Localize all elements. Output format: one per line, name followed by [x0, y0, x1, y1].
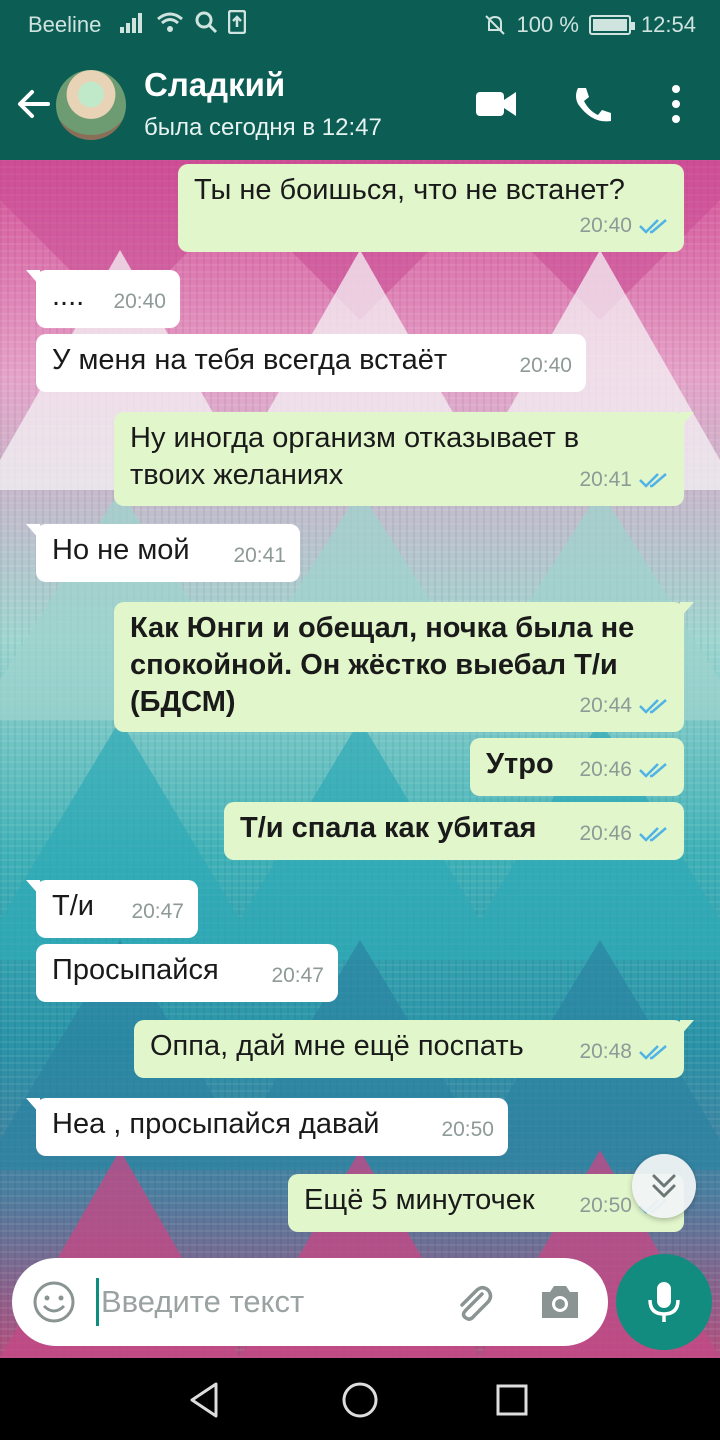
message-text: У меня на тебя всегда встаёт — [52, 344, 448, 376]
message-time: 20:44 — [579, 694, 632, 717]
bubble-tail — [26, 1098, 40, 1114]
read-receipt-icon — [639, 826, 667, 842]
nav-back-icon[interactable] — [184, 1378, 228, 1422]
chat-area[interactable]: Ты не боишься, что не встанет? 20:40 ...… — [0, 160, 720, 1358]
message-bubble-incoming[interactable]: Но не мой 20:41 — [26, 524, 300, 582]
read-receipt-icon — [639, 698, 667, 714]
signal-icon — [120, 13, 142, 33]
status-icons-right: 100 % 12:54 — [483, 12, 696, 38]
scroll-to-bottom-button[interactable] — [632, 1154, 696, 1218]
message-time: 20:50 — [579, 1194, 632, 1217]
message-input[interactable] — [96, 1278, 426, 1326]
mic-icon — [648, 1282, 680, 1322]
message-bubble-outgoing[interactable]: Ты не боишься, что не встанет? 20:40 — [178, 164, 684, 252]
search-icon — [195, 11, 218, 34]
message-time: 20:50 — [441, 1118, 494, 1141]
message-time: 20:48 — [579, 1040, 632, 1063]
read-receipt-icon — [639, 472, 667, 488]
battery-percent: 100 % — [516, 12, 579, 37]
wifi-icon — [157, 12, 183, 32]
message-time: 20:46 — [579, 758, 632, 781]
message-bubble-incoming[interactable]: У меня на тебя всегда встаёт 20:40 — [36, 334, 586, 392]
message-bubble-outgoing[interactable]: Ещё 5 минуточек 20:50 — [288, 1174, 684, 1232]
message-composer — [12, 1258, 608, 1346]
read-receipt-icon — [639, 218, 667, 234]
chat-header: Сладкий была сегодня в 12:47 — [0, 48, 720, 160]
message-time: 20:41 — [579, 468, 632, 491]
message-time: 20:41 — [233, 544, 286, 567]
message-text: Неа , просыпайся давай — [52, 1108, 380, 1140]
message-bubble-outgoing[interactable]: Оппа, дай мне ещё поспать 20:48 — [134, 1020, 694, 1078]
message-bubble-incoming[interactable]: Т/и 20:47 — [26, 880, 198, 938]
mute-icon — [484, 15, 505, 35]
nav-recents-icon[interactable] — [490, 1378, 534, 1422]
video-call-icon[interactable] — [474, 84, 518, 124]
more-vert-icon[interactable] — [656, 84, 696, 124]
battery-icon — [588, 15, 635, 35]
carrier-name: Beeline — [28, 12, 102, 37]
message-bubble-outgoing[interactable]: Утро 20:46 — [470, 738, 684, 796]
message-time: 20:40 — [113, 290, 166, 313]
system-nav-bar — [0, 1358, 720, 1440]
read-receipt-icon — [639, 762, 667, 778]
message-time: 20:47 — [271, 964, 324, 987]
message-text: Ты не боишься, что не встанет? — [194, 174, 625, 206]
read-receipt-icon — [639, 1044, 667, 1060]
status-bar: Beeline 100 % 12:54 — [0, 0, 720, 48]
emoji-icon[interactable] — [32, 1280, 76, 1324]
bubble-tail — [26, 270, 40, 286]
bubble-tail — [26, 524, 40, 540]
message-time: 20:47 — [131, 900, 184, 923]
camera-icon[interactable] — [538, 1282, 582, 1322]
back-arrow-icon[interactable] — [14, 84, 54, 124]
message-time: 20:40 — [579, 214, 632, 237]
nav-home-icon[interactable] — [338, 1378, 382, 1422]
contact-name[interactable]: Сладкий — [144, 66, 285, 104]
message-bubble-incoming[interactable]: .... 20:40 — [26, 270, 180, 328]
chevron-double-down-icon — [652, 1174, 676, 1198]
bubble-tail — [26, 880, 40, 896]
attach-icon[interactable] — [452, 1280, 496, 1324]
bubble-tail — [680, 602, 694, 618]
phone-icon[interactable] — [570, 84, 614, 124]
clock: 12:54 — [640, 12, 696, 37]
message-bubble-outgoing[interactable]: Т/и спала как убитая 20:46 — [224, 802, 684, 860]
upload-icon — [228, 10, 246, 34]
bubble-tail — [680, 1020, 694, 1036]
message-bubble-outgoing[interactable]: Как Юнги и обещал, ночка была не спокойн… — [114, 602, 694, 732]
message-bubble-incoming[interactable]: Неа , просыпайся давай 20:50 — [26, 1098, 508, 1156]
message-bubble-outgoing[interactable]: Ну иногда организм отказывает в твоих же… — [114, 412, 694, 506]
message-text: Ну иногда организм отказывает в твоих же… — [130, 422, 580, 491]
status-icons-left — [120, 10, 246, 34]
bubble-tail — [680, 412, 694, 428]
avatar[interactable] — [56, 70, 126, 140]
message-time: 20:46 — [579, 822, 632, 845]
last-seen-status: была сегодня в 12:47 — [144, 114, 382, 141]
message-bubble-incoming[interactable]: Просыпайся 20:47 — [36, 944, 338, 1002]
voice-record-button[interactable] — [616, 1254, 712, 1350]
message-time: 20:40 — [519, 354, 572, 377]
